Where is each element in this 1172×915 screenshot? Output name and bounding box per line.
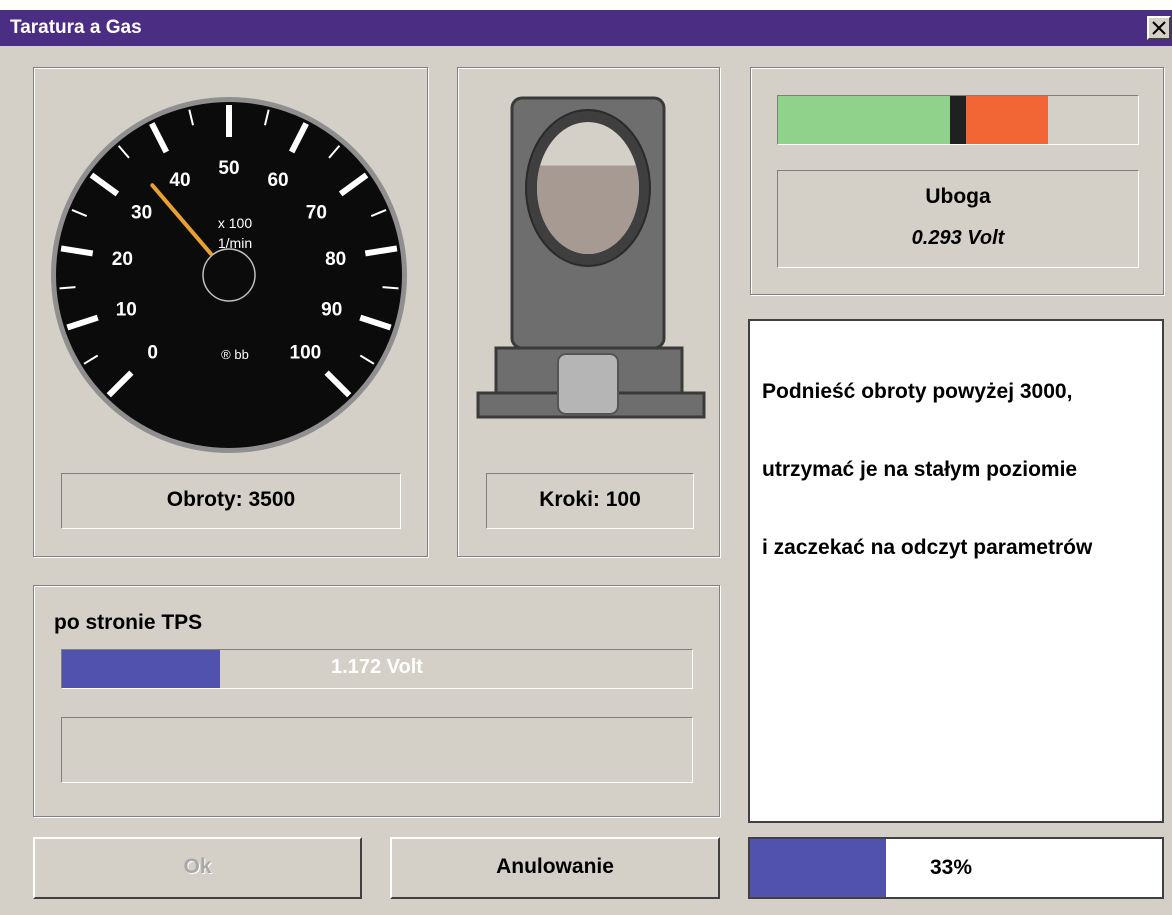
lambda-voltage: 0.293 Volt <box>911 227 1005 249</box>
rpm-label: Obroty: 3500 <box>166 488 296 511</box>
instruction-line: Podnieść obroty powyżej 3000, <box>762 380 1073 403</box>
ok-button[interactable]: Ok <box>33 837 362 899</box>
stepper-valve-icon <box>476 96 706 419</box>
gauge-tick-label: 40 <box>169 170 190 191</box>
tps-bar: 1.172 Volt <box>61 649 693 689</box>
lambda-status-box: Uboga 0.293 Volt <box>777 170 1139 268</box>
gauge-unit-multiplier: x 100 <box>218 215 252 231</box>
close-button[interactable] <box>1147 16 1171 40</box>
tps-voltage: 1.172 Volt <box>331 656 423 678</box>
steps-label: Kroki: 100 <box>539 488 641 511</box>
progress-bar-fill <box>750 839 886 897</box>
instruction-line: utrzymać je na stałym poziomie <box>762 458 1078 481</box>
instruction-line: i zaczekać na odczyt parametrów <box>762 536 1093 559</box>
gauge-tick-label: 100 <box>290 342 322 363</box>
progress-percent: 33% <box>930 856 973 879</box>
gauge-tick-label: 90 <box>321 299 342 320</box>
gauge-tick-label: 30 <box>131 203 152 224</box>
window-title: Taratura a Gas <box>10 17 142 38</box>
gauge-tick-label: 50 <box>218 158 239 179</box>
gauge-tick-label: 80 <box>325 249 346 270</box>
lambda-group: Uboga 0.293 Volt <box>750 67 1164 295</box>
tps-group: po stronie TPS 1.172 Volt <box>33 585 720 817</box>
gauge-tick-label: 60 <box>267 170 288 191</box>
stepper-group: Kroki: 100 <box>457 67 720 557</box>
instruction-box: Podnieść obroty powyżej 3000, utrzymać j… <box>748 319 1164 823</box>
gauge-tick-label: 10 <box>116 299 137 320</box>
gauge-unit: 1/min <box>218 235 252 251</box>
steps-readout: Kroki: 100 <box>486 473 694 529</box>
gauge-tick-label: 20 <box>112 249 133 270</box>
tps-title: po stronie TPS <box>54 611 203 634</box>
gauge-minor-tick <box>59 286 76 290</box>
gauge-tick-label: 0 <box>147 342 158 363</box>
gauge-brand-logo: ® bb <box>221 347 249 362</box>
gauge-tick-label: 70 <box>306 203 327 224</box>
lambda-rich-segment <box>966 96 1048 144</box>
progress-bar: 33% <box>748 837 1164 899</box>
calibration-dialog: Taratura a Gas 0 10 20 30 40 50 60 70 80 90 100 x 1… <box>0 10 1172 915</box>
close-icon <box>1152 21 1166 35</box>
gauge-dial <box>56 102 402 448</box>
title-bar: Taratura a Gas <box>0 10 1172 46</box>
tachometer-gauge: 0 10 20 30 40 50 60 70 80 90 100 x 100 1/min ® bb <box>51 97 407 453</box>
tachometer-group: 0 10 20 30 40 50 60 70 80 90 100 x 100 1/min ® bb Obr… <box>33 67 428 557</box>
lambda-lean-segment <box>778 96 950 144</box>
gauge-minor-tick <box>382 286 399 290</box>
lambda-status: Uboga <box>925 185 991 208</box>
tps-secondary-field <box>61 717 693 783</box>
rpm-readout: Obroty: 3500 <box>61 473 401 529</box>
lambda-marker <box>950 96 966 144</box>
cancel-button[interactable]: Anulowanie <box>390 837 720 899</box>
lambda-bar <box>777 95 1139 145</box>
